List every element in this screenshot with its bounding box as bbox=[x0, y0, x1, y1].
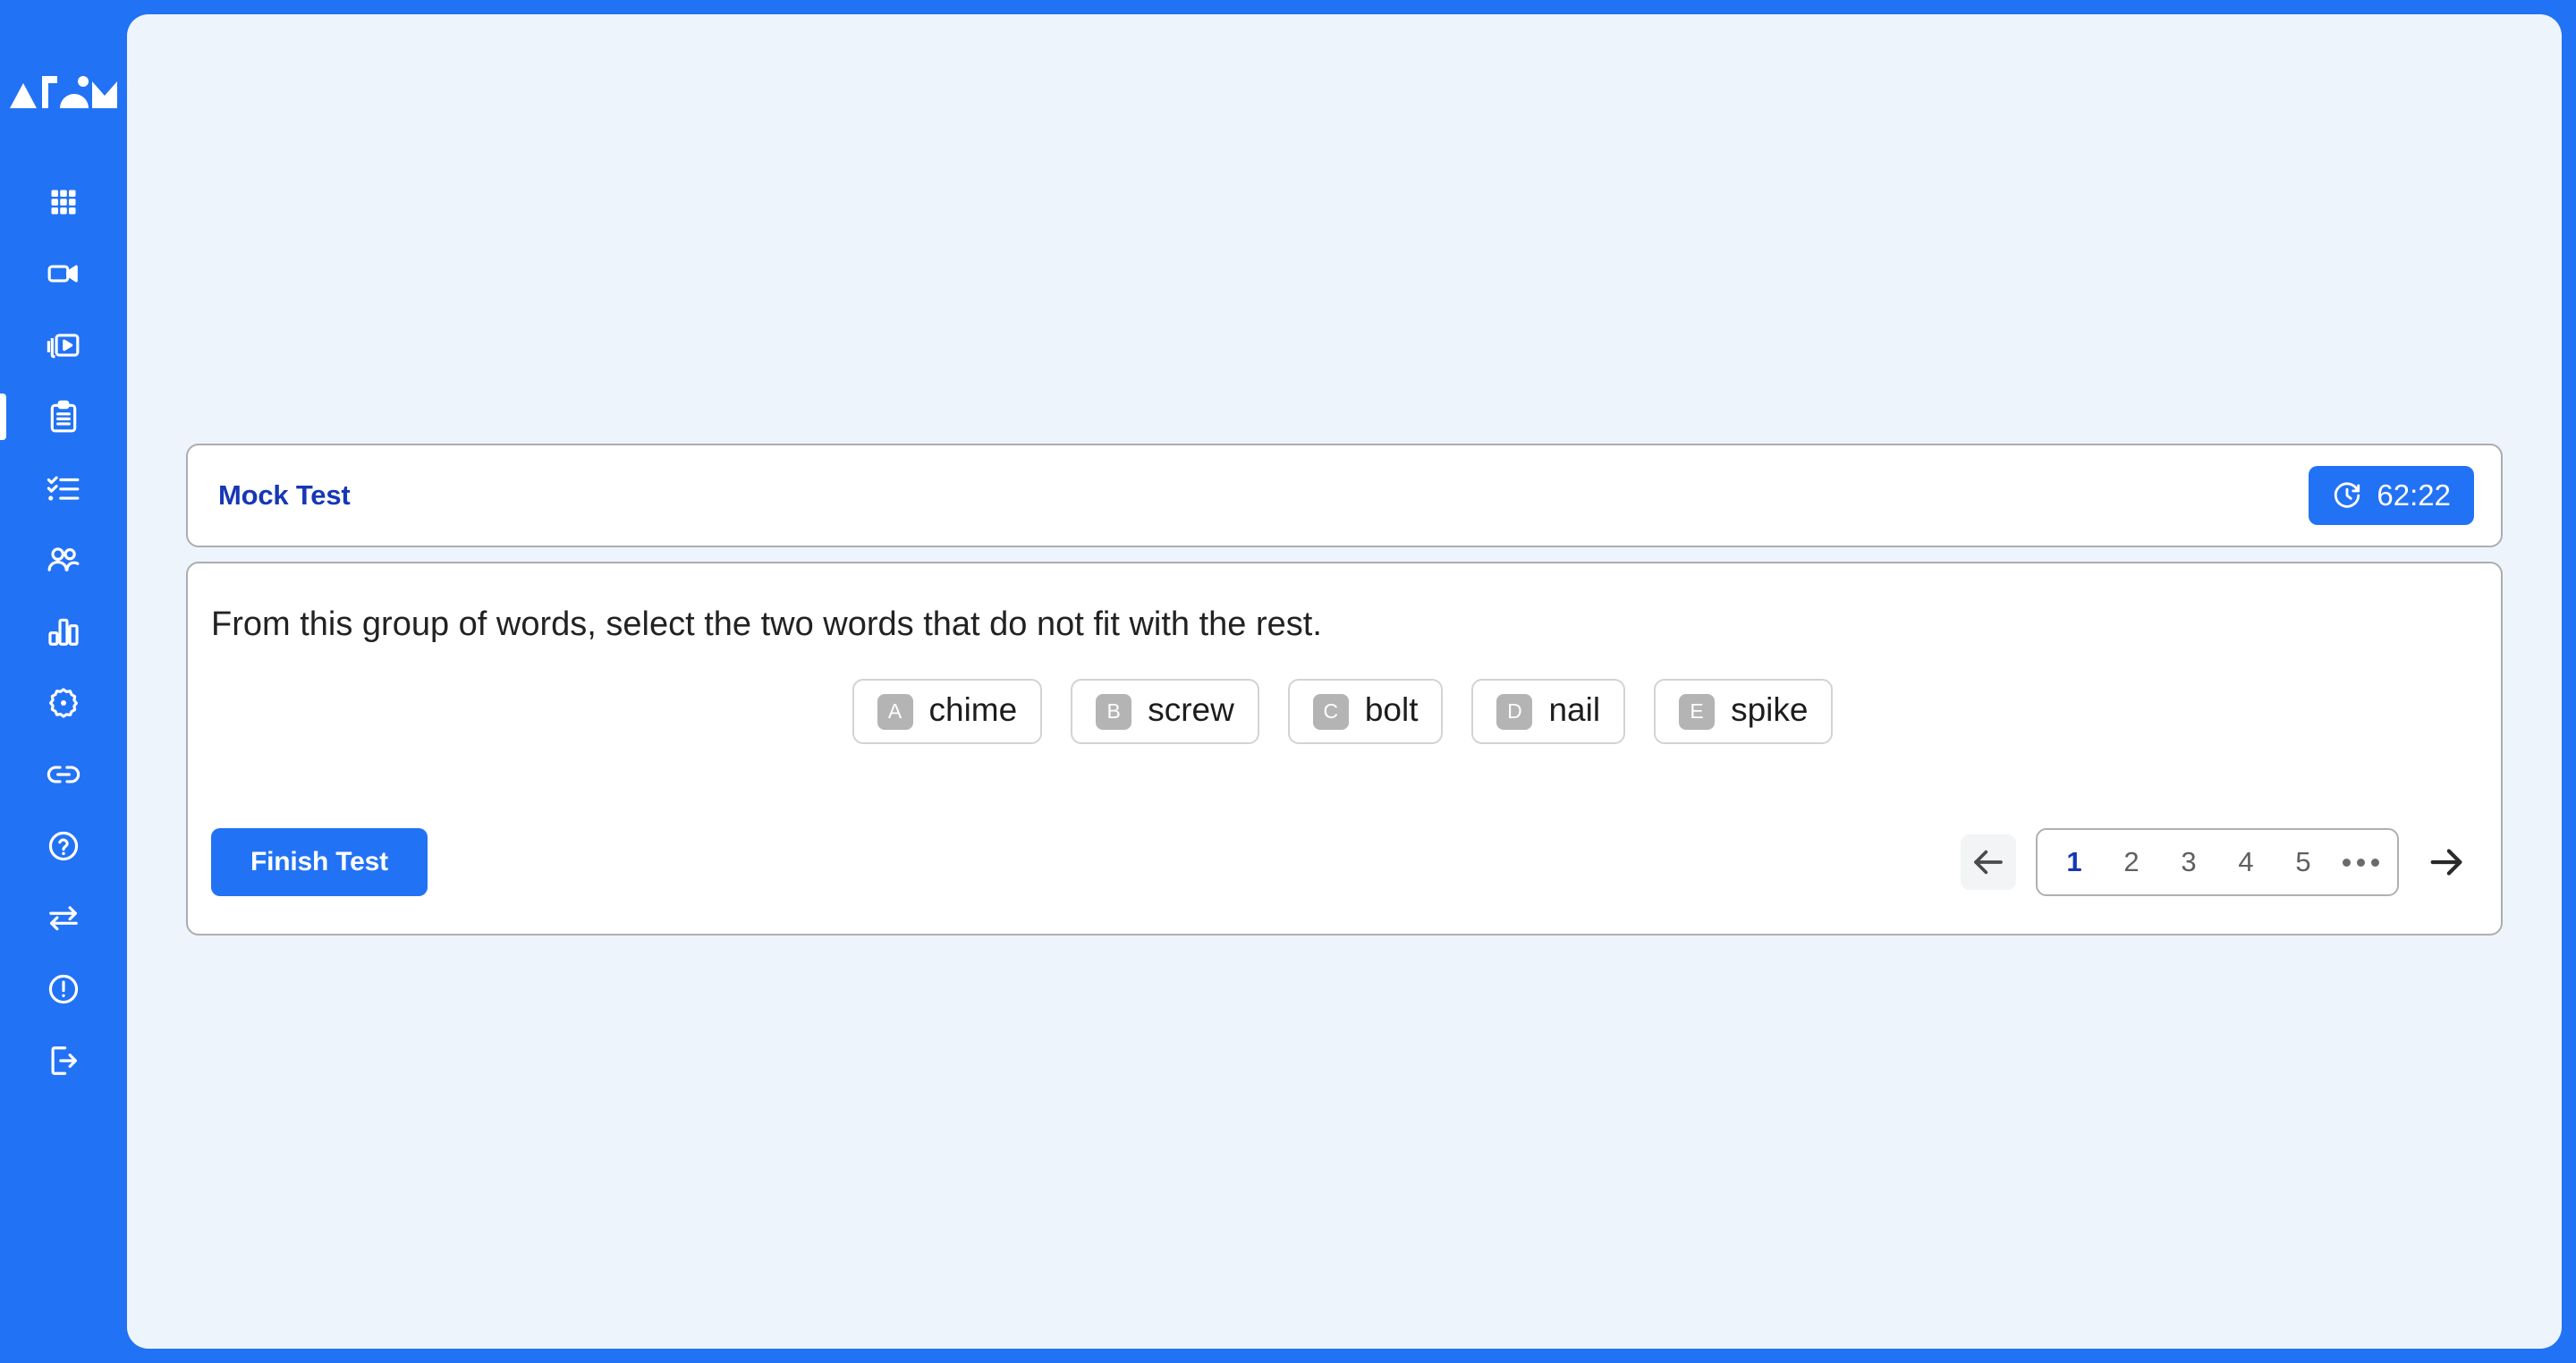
bar-chart-icon bbox=[48, 618, 79, 646]
users-icon bbox=[47, 547, 80, 571]
ellipsis-dot bbox=[2356, 858, 2365, 867]
arrow-right-icon bbox=[2430, 849, 2462, 876]
sidebar-item-students[interactable] bbox=[0, 524, 127, 596]
gear-icon bbox=[49, 688, 78, 718]
pagination-page-5[interactable]: 5 bbox=[2275, 837, 2331, 887]
sidebar-item-recordings[interactable] bbox=[0, 309, 127, 381]
answer-option-d[interactable]: D nail bbox=[1471, 679, 1626, 745]
option-letter-badge: D bbox=[1496, 693, 1533, 730]
sidebar-item-links[interactable] bbox=[0, 739, 127, 810]
pagination-page-2[interactable]: 2 bbox=[2104, 837, 2159, 887]
main-panel: Mock Test 62:22 From this group of words… bbox=[127, 14, 2562, 1349]
checklist-icon bbox=[47, 476, 80, 501]
pagination-more-icon[interactable] bbox=[2333, 837, 2388, 887]
option-word: chime bbox=[928, 691, 1018, 729]
grid-apps-icon bbox=[51, 190, 76, 215]
sidebar-item-help[interactable] bbox=[0, 810, 127, 882]
ellipsis-dot bbox=[2342, 858, 2351, 867]
pagination-prev-button[interactable] bbox=[1961, 834, 2016, 890]
question-prompt: From this group of words, select the two… bbox=[211, 605, 1322, 643]
sidebar-item-switch[interactable] bbox=[0, 882, 127, 953]
link-icon bbox=[47, 766, 80, 783]
video-camera-icon bbox=[47, 265, 78, 283]
option-word: nail bbox=[1548, 691, 1601, 729]
test-header-card: Mock Test 62:22 bbox=[186, 444, 2503, 547]
sidebar-item-assignments[interactable] bbox=[0, 453, 127, 524]
option-word: screw bbox=[1148, 691, 1234, 729]
sidebar-item-alerts[interactable] bbox=[0, 953, 127, 1025]
pagination-page-4[interactable]: 4 bbox=[2218, 837, 2274, 887]
transfer-arrows-icon bbox=[49, 906, 78, 931]
panel-inner: Mock Test 62:22 From this group of words… bbox=[127, 14, 2562, 1349]
sidebar-item-logout[interactable] bbox=[0, 1025, 127, 1096]
sidebar bbox=[0, 0, 127, 1363]
arrow-left-icon bbox=[1974, 850, 2003, 875]
sidebar-nav bbox=[0, 166, 127, 1096]
alert-circle-icon bbox=[48, 974, 79, 1004]
question-circle-icon bbox=[48, 831, 79, 861]
clipboard-list-icon bbox=[50, 400, 77, 433]
answer-option-c[interactable]: C bolt bbox=[1287, 679, 1444, 745]
option-word: bolt bbox=[1364, 691, 1419, 729]
pagination-page-1[interactable]: 1 bbox=[2046, 837, 2102, 887]
question-footer: Finish Test 1 2 3 4 5 bbox=[211, 828, 2474, 896]
timer-badge[interactable]: 62:22 bbox=[2309, 466, 2474, 525]
page-title: Mock Test bbox=[218, 479, 351, 511]
sidebar-item-tests[interactable] bbox=[0, 381, 127, 453]
answer-option-e[interactable]: E spike bbox=[1654, 679, 1834, 745]
option-letter-badge: C bbox=[1312, 693, 1349, 730]
sidebar-item-live-classes[interactable] bbox=[0, 238, 127, 309]
option-letter-badge: E bbox=[1679, 693, 1716, 730]
finish-test-button[interactable]: Finish Test bbox=[211, 828, 428, 896]
question-card: From this group of words, select the two… bbox=[186, 562, 2503, 935]
answer-options: A chime B screw C bolt D nail E spike bbox=[211, 679, 2474, 745]
timer-icon bbox=[2334, 482, 2360, 508]
answer-option-a[interactable]: A chime bbox=[852, 679, 1043, 745]
pagination: 1 2 3 4 5 bbox=[1961, 828, 2474, 896]
option-word: spike bbox=[1731, 691, 1809, 729]
sidebar-item-settings[interactable] bbox=[0, 667, 127, 739]
sidebar-item-reports[interactable] bbox=[0, 596, 127, 667]
pagination-next-button[interactable] bbox=[2419, 834, 2474, 890]
app-root: Mock Test 62:22 From this group of words… bbox=[0, 0, 2576, 1363]
logout-icon bbox=[51, 1046, 78, 1075]
sidebar-item-dashboard[interactable] bbox=[0, 166, 127, 238]
timer-value: 62:22 bbox=[2377, 478, 2451, 512]
atom-wordmark-logo[interactable] bbox=[8, 66, 119, 118]
ellipsis-dot bbox=[2370, 858, 2379, 867]
pagination-page-list: 1 2 3 4 5 bbox=[2036, 828, 2399, 896]
video-library-icon bbox=[47, 334, 80, 359]
answer-option-b[interactable]: B screw bbox=[1071, 679, 1259, 745]
option-letter-badge: B bbox=[1096, 693, 1132, 730]
option-letter-badge: A bbox=[877, 693, 913, 730]
pagination-page-3[interactable]: 3 bbox=[2161, 837, 2216, 887]
